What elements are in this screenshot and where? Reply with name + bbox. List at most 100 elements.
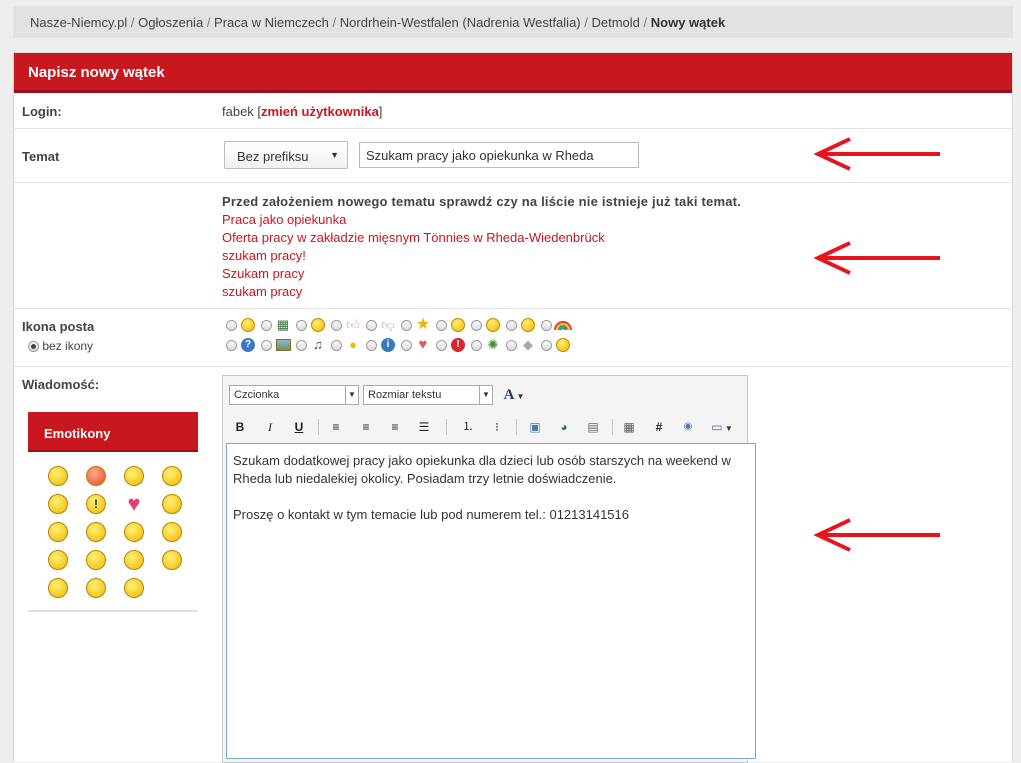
similar-thread-link[interactable]: Oferta pracy w zakładzie mięsnym Tönnies… — [222, 229, 741, 247]
icon-radio[interactable] — [331, 339, 342, 351]
no-icon-label: bez ikony — [42, 339, 94, 353]
login-username: fabek — [222, 104, 254, 119]
italic-button[interactable]: I — [261, 418, 279, 436]
similar-thread-link[interactable]: szukam pracy — [222, 283, 741, 301]
message-label: Wiadomość: — [22, 377, 100, 392]
angry-emoticon-icon[interactable] — [86, 466, 106, 486]
icon-radio[interactable] — [366, 339, 377, 351]
font-select-value: Czcionka — [234, 389, 280, 401]
confused-emoticon-icon[interactable] — [124, 466, 144, 486]
eyes-emoticon-icon[interactable] — [48, 578, 68, 598]
idea-emoticon-icon[interactable] — [48, 522, 68, 542]
breadcrumb-item-region[interactable]: Nordrhein-Westfalen (Nadrenia Westfalia) — [340, 15, 581, 30]
chevron-down-icon: ▼ — [330, 150, 339, 160]
question-emoticon-icon[interactable] — [162, 494, 182, 514]
login-label: Login: — [22, 104, 62, 119]
insert-image-icon[interactable]: ▣ — [526, 418, 544, 436]
tongue-icon — [309, 317, 327, 333]
align-left-icon[interactable]: ≡ — [327, 418, 345, 436]
video-embed-icon[interactable]: ▭ ▼ — [708, 418, 736, 436]
breadcrumb-separator: / — [643, 15, 651, 30]
justify-icon[interactable]: ☰ — [415, 418, 433, 436]
grin-emoticon-icon[interactable] — [124, 550, 144, 570]
icon-radio[interactable] — [226, 339, 237, 351]
icon-radio[interactable] — [541, 339, 552, 351]
heart-emoticon-icon[interactable]: ♥ — [124, 491, 144, 516]
underline-button[interactable]: U — [290, 418, 308, 436]
bold-button[interactable]: B — [231, 418, 249, 436]
icon-radio[interactable] — [296, 339, 307, 351]
emoticons-box: Emotikony ! ♥ — [28, 412, 198, 612]
similar-thread-link[interactable]: Praca jako opiekunka — [222, 211, 741, 229]
toolbar-separator — [516, 419, 517, 435]
breadcrumb-item-home[interactable]: Nasze-Niemcy.pl — [30, 15, 127, 30]
similar-thread-link[interactable]: Szukam pracy — [222, 265, 741, 283]
picture-icon — [274, 337, 292, 353]
exclamation-icon: ! — [449, 337, 467, 353]
icon-radio[interactable] — [331, 319, 342, 331]
icon-radio[interactable] — [261, 339, 272, 351]
smile-emoticon-icon[interactable] — [86, 522, 106, 542]
shy-emoticon-icon[interactable] — [86, 578, 106, 598]
topic-input[interactable]: Szukam pracy jako opiekunka w Rheda — [359, 142, 639, 168]
text-color-button[interactable]: A ▼ — [500, 386, 528, 404]
icon-radio[interactable] — [401, 319, 412, 331]
align-right-icon[interactable]: ≡ — [386, 418, 404, 436]
icon-radio[interactable] — [471, 319, 482, 331]
chevron-down-icon: ▼ — [345, 386, 358, 404]
surprised-icon — [484, 317, 502, 333]
no-icon-option[interactable]: bez ikony — [28, 339, 93, 353]
icon-radio[interactable] — [541, 319, 552, 331]
icon-radio[interactable] — [506, 319, 517, 331]
hmm-emoticon-icon[interactable] — [124, 522, 144, 542]
unordered-list-icon[interactable]: ⁝ — [488, 418, 506, 436]
cool-emoticon-icon[interactable] — [162, 466, 182, 486]
post-icon-row-2: ? ♫ ● i ♥ ! ✺ ◆ — [226, 337, 574, 353]
breadcrumb: Nasze-Niemcy.pl / Ogłoszenia / Praca w N… — [13, 6, 1013, 38]
breadcrumb-item-ads[interactable]: Ogłoszenia — [138, 15, 203, 30]
insert-link-icon[interactable]: ◕ — [555, 418, 573, 436]
glasses-emoticon-icon[interactable] — [86, 550, 106, 570]
neutral-emoticon-icon[interactable] — [162, 522, 182, 542]
login-row: Login: fabek [zmień użytkownika] — [14, 93, 1012, 129]
icon-radio[interactable] — [401, 339, 412, 351]
font-select[interactable]: Czcionka ▼ — [229, 385, 359, 405]
hash-icon[interactable]: # — [650, 418, 668, 436]
similar-threads-list: Przed założeniem nowego tematu sprawdź c… — [222, 193, 741, 301]
similar-thread-link[interactable]: szukam pracy! — [222, 247, 741, 265]
change-user-link[interactable]: zmień użytkownika — [261, 104, 379, 119]
size-select[interactable]: Rozmiar tekstu ▼ — [363, 385, 493, 405]
icon-radio[interactable] — [506, 339, 517, 351]
sad-emoticon-icon[interactable] — [124, 578, 144, 598]
annotation-arrow-icon — [813, 241, 940, 275]
icon-radio[interactable] — [226, 319, 237, 331]
post-icon-row-1: ▦ 👍︎ 👎︎ ★ — [226, 317, 574, 333]
align-center-icon[interactable]: ≡ — [357, 418, 375, 436]
no-icon-radio[interactable] — [28, 341, 39, 353]
icon-radio[interactable] — [296, 319, 307, 331]
icon-radio[interactable] — [436, 339, 447, 351]
breadcrumb-separator: / — [332, 15, 340, 30]
angel-emoticon-icon[interactable] — [48, 466, 68, 486]
exclamation-emoticon-icon[interactable]: ! — [86, 494, 106, 514]
film-icon: ▦ — [276, 317, 290, 332]
breadcrumb-separator: / — [206, 15, 215, 30]
icon-radio[interactable] — [261, 319, 272, 331]
icon-radio[interactable] — [436, 319, 447, 331]
message-textarea[interactable]: Szukam dodatkowej pracy jako opiekunka d… — [226, 443, 756, 759]
quote-icon[interactable]: ▦ — [620, 418, 638, 436]
tongue-emoticon-icon[interactable] — [162, 550, 182, 570]
happy-emoticon-icon[interactable] — [48, 550, 68, 570]
php-code-icon[interactable]: ◉ — [679, 418, 697, 436]
icon-radio[interactable] — [366, 319, 377, 331]
login-value: fabek [zmień użytkownika] — [222, 104, 383, 119]
topic-row: Temat Bez prefiksu ▼ Szukam pracy jako o… — [14, 129, 1012, 183]
ordered-list-icon[interactable]: ⒈ — [459, 418, 477, 436]
prefix-select[interactable]: Bez prefiksu ▼ — [224, 141, 348, 169]
icon-radio[interactable] — [471, 339, 482, 351]
annotation-arrow-icon — [813, 518, 940, 552]
breadcrumb-item-jobs[interactable]: Praca w Niemczech — [214, 15, 329, 30]
breadcrumb-item-city[interactable]: Detmold — [591, 15, 639, 30]
wink-emoticon-icon[interactable] — [48, 494, 68, 514]
email-icon[interactable]: ▤ — [584, 418, 602, 436]
